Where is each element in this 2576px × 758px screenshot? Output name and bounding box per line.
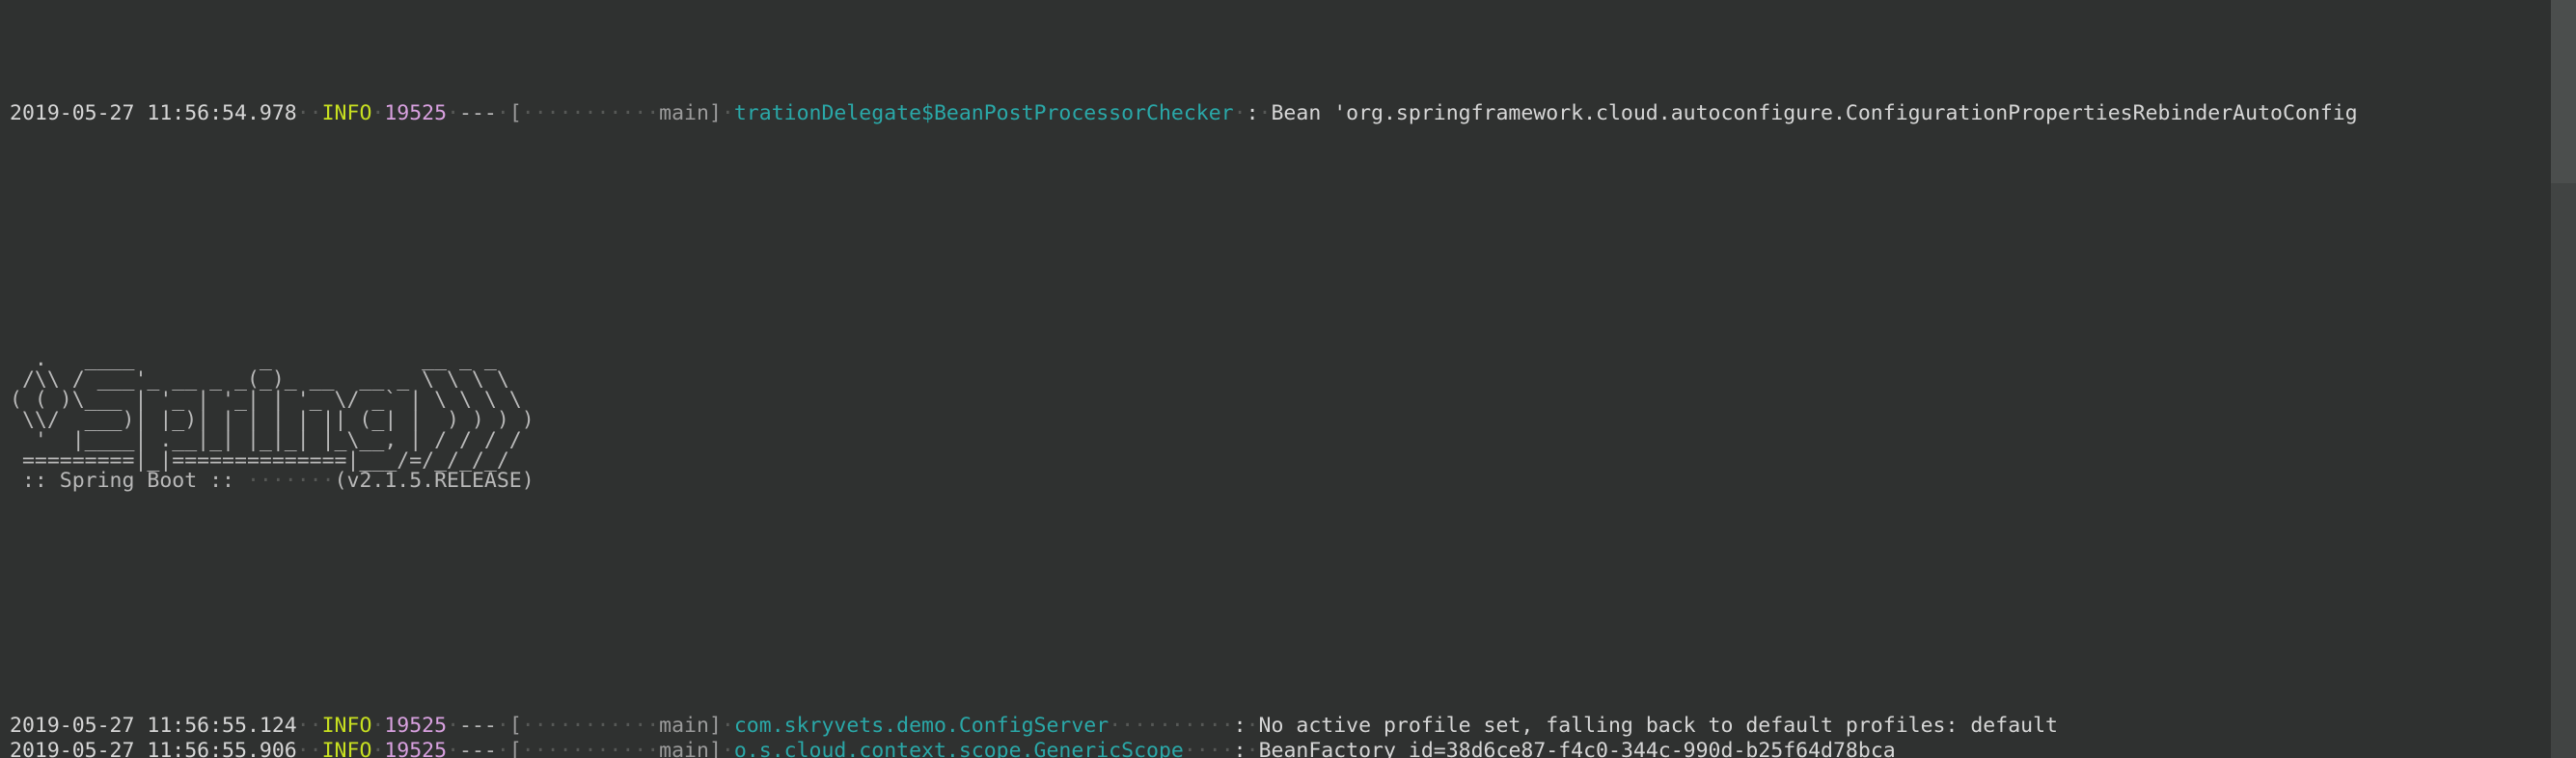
log-timestamp: 2019-05-27 11:56:55.124 [10,714,297,739]
banner-line: =========|_|==============|___/=/_/_/_/ [10,447,509,473]
whitespace-dots: · [496,100,509,125]
thread-bracket-open: [ [508,100,522,125]
whitespace-dots: · [371,714,385,739]
log-message: Bean 'org.springframework.cloud.autoconf… [1271,100,2358,125]
whitespace-dots: · [1258,100,1272,125]
whitespace-dots: · [447,714,460,739]
log-level: INFO [321,100,372,125]
whitespace-dots: ······· [246,468,335,493]
log-line: 2019-05-27 11:56:55.124··INFO·19525·---·… [0,714,2576,739]
log-thread: main [659,714,709,739]
terminal-console[interactable]: 2019-05-27 11:56:54.978··INFO·19525·---·… [0,0,2576,758]
thread-bracket-open: [ [508,738,522,758]
whitespace-dots: · [1220,738,1234,758]
whitespace-dots: ·· [296,100,322,125]
log-thread: main [659,738,709,758]
whitespace-dots: · [447,738,460,758]
log-level: INFO [321,738,372,758]
whitespace-dots: · [1246,714,1259,739]
log-pid: 19525 [384,714,448,739]
log-logger: o.s.cloud.context.scope.GenericScope [733,738,1184,758]
banner-line: \\/ ___)| |_)| | | | | || (_| | ) ) ) ) [10,407,534,432]
log-output-top: 2019-05-27 11:56:54.978··INFO·19525·---·… [0,101,2576,126]
whitespace-dots: · [1233,100,1247,125]
whitespace-dots: · [496,714,509,739]
banner-version-line: :: Spring Boot :: ·······(v2.1.5.RELEASE… [10,468,2576,493]
spring-boot-ascii-banner: . ____ _ __ _ _ /\\ / ___'_ __ _ _(_)_ _… [0,346,2576,493]
banner-line: ' |____| .__|_| |_|_| |_\__, | / / / / [10,427,522,452]
log-message: BeanFactory id=38d6ce87-f4c0-344c-990d-b… [1258,738,1896,758]
whitespace-dots: · [1220,714,1234,739]
whitespace-dots: · [496,738,509,758]
thread-bracket-close: ] [708,714,722,739]
whitespace-dots: · [1246,738,1259,758]
log-output: 2019-05-27 11:56:55.124··INFO·19525·---·… [0,714,2576,758]
banner-line: /\\ / ___'_ __ _ _(_)_ __ __ _ \ \ \ \ [10,366,509,392]
log-line: 2019-05-27 11:56:54.978··INFO·19525·---·… [0,101,2576,126]
thread-bracket-open: [ [508,714,522,739]
log-colon: : [1233,738,1247,758]
banner-version-value: (v2.1.5.RELEASE) [334,468,534,493]
whitespace-dots: ·· [296,738,322,758]
log-thread: main [659,100,709,125]
log-logger: trationDelegate$BeanPostProcessorChecker [733,100,1234,125]
whitespace-dots: ··· [1183,738,1221,758]
whitespace-dots: ··········· [521,714,660,739]
thread-bracket-close: ] [708,738,722,758]
whitespace-dots: · [371,100,385,125]
whitespace-dots: · [721,738,734,758]
log-timestamp: 2019-05-27 11:56:55.906 [10,738,297,758]
whitespace-dots: · [371,738,385,758]
whitespace-dots: ··········· [521,100,660,125]
vertical-scrollbar[interactable] [2551,0,2576,758]
log-timestamp: 2019-05-27 11:56:54.978 [10,100,297,125]
log-colon: : [1233,714,1247,739]
log-separator: --- [459,100,497,125]
log-message: No active profile set, falling back to d… [1258,714,2058,739]
banner-version-label: :: Spring Boot :: [10,468,247,493]
thread-bracket-close: ] [708,100,722,125]
banner-line: . ____ _ __ _ _ [10,346,497,371]
log-separator: --- [459,714,497,739]
log-colon: : [1246,100,1259,125]
log-level: INFO [321,714,372,739]
banner-line: ( ( )\___ | '_ | '_| | '_ \/ _` | \ \ \ … [10,387,522,412]
scrollbar-thumb[interactable] [2551,0,2576,183]
whitespace-dots: ········· [1109,714,1221,739]
log-pid: 19525 [384,100,448,125]
whitespace-dots: · [721,714,734,739]
log-line: 2019-05-27 11:56:55.906··INFO·19525·---·… [0,739,2576,758]
whitespace-dots: · [447,100,460,125]
whitespace-dots: · [721,100,734,125]
whitespace-dots: ··········· [521,738,660,758]
log-logger: com.skryvets.demo.ConfigServer [733,714,1110,739]
log-pid: 19525 [384,738,448,758]
whitespace-dots: ·· [296,714,322,739]
log-separator: --- [459,738,497,758]
